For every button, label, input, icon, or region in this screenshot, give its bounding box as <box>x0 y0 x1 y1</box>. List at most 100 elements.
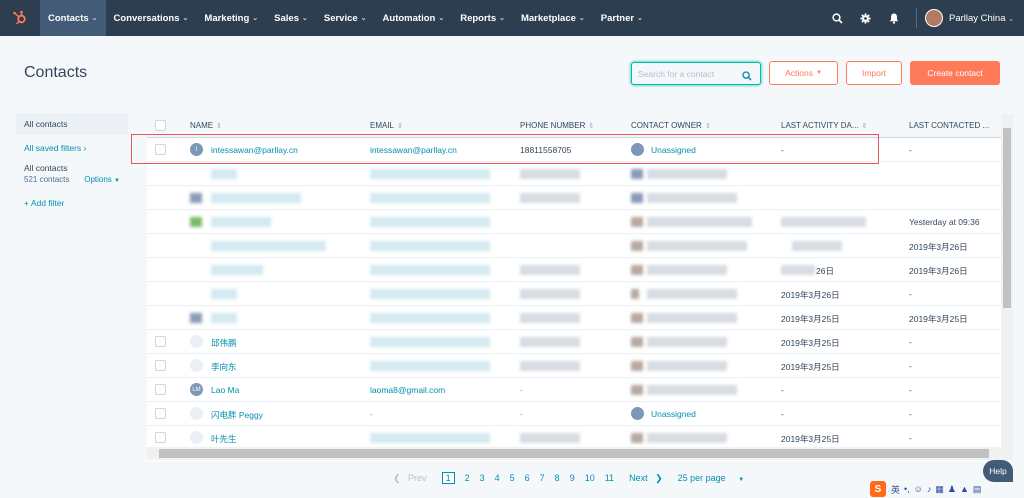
row-checkbox[interactable] <box>155 408 166 419</box>
last-activity: 2019年3月26日 <box>781 290 840 300</box>
select-all-checkbox[interactable] <box>155 120 166 131</box>
contact-search[interactable] <box>631 62 761 85</box>
horizontal-scrollbar[interactable] <box>147 447 1001 460</box>
row-checkbox[interactable] <box>155 336 166 347</box>
gear-icon[interactable] <box>852 0 880 36</box>
page-1[interactable]: 1 <box>441 472 455 484</box>
page-5[interactable]: 5 <box>510 473 515 483</box>
page-8[interactable]: 8 <box>555 473 560 483</box>
hubspot-logo-icon[interactable] <box>0 0 40 36</box>
user-avatar[interactable] <box>924 9 943 27</box>
redacted-owner <box>631 169 643 179</box>
search-input[interactable] <box>638 68 738 79</box>
keyboard-icon[interactable]: ▦ <box>935 484 944 495</box>
page-7[interactable]: 7 <box>540 473 545 483</box>
per-page-dropdown[interactable]: 25 per page ▼ <box>673 473 750 483</box>
contact-phone: - <box>520 409 523 419</box>
bell-icon[interactable] <box>880 0 908 36</box>
chevron-down-icon: ⌄ <box>252 15 259 22</box>
scrollbar-thumb[interactable] <box>1003 128 1011 308</box>
contact-name-link[interactable]: 叶先生 <box>211 433 237 445</box>
contact-avatar <box>190 359 203 372</box>
redacted-name <box>211 289 237 299</box>
redacted-owner-name <box>647 433 727 443</box>
last-activity: 2019年3月25日 <box>781 314 840 324</box>
contact-owner[interactable]: Unassigned <box>651 409 696 419</box>
table-row[interactable]: Yesterday at 09:36 <box>147 210 1013 234</box>
page-4[interactable]: 4 <box>495 473 500 483</box>
row-checkbox[interactable] <box>155 384 166 395</box>
search-icon[interactable] <box>742 68 752 86</box>
nav-sales[interactable]: Sales ⌄ <box>266 0 316 36</box>
options-dropdown[interactable]: Options ▼ <box>84 175 120 184</box>
saved-filters-link[interactable]: All saved filters › <box>16 135 128 153</box>
table-row[interactable] <box>147 186 1013 210</box>
table-row[interactable]: 26日 2019年3月26日 <box>147 258 1013 282</box>
user-icon[interactable]: ♟ <box>948 484 956 495</box>
actions-button[interactable]: Actions ▼ <box>769 61 838 85</box>
contact-name-link[interactable]: Lao Ma <box>211 385 239 395</box>
nav-contacts[interactable]: Contacts ⌄ <box>40 0 106 36</box>
nav-marketing[interactable]: Marketing ⌄ <box>196 0 266 36</box>
sogou-logo-icon[interactable]: S <box>870 481 886 497</box>
page-10[interactable]: 10 <box>585 473 595 483</box>
row-checkbox[interactable] <box>155 360 166 371</box>
scrollbar-thumb[interactable] <box>159 449 989 458</box>
column-header-phone[interactable]: PHONE NUMBER ⇕ <box>520 121 594 130</box>
nav-conversations[interactable]: Conversations ⌄ <box>106 0 197 36</box>
help-button[interactable]: Help <box>983 460 1013 482</box>
redacted-avatar <box>190 217 202 227</box>
redacted-owner-name <box>647 385 737 395</box>
table-row[interactable] <box>147 162 1013 186</box>
table-row[interactable]: 闪电胖 Peggy - - Unassigned - - <box>147 402 1013 426</box>
vertical-scrollbar[interactable] <box>1001 114 1013 460</box>
caret-down-icon: ▼ <box>114 178 120 184</box>
chevron-down-icon: ⌄ <box>499 15 505 22</box>
add-filter-button[interactable]: + Add filter <box>16 184 128 208</box>
contact-email[interactable]: laoma8@gmail.com <box>370 385 445 395</box>
table-row[interactable]: LM Lao Ma laoma8@gmail.com - - - <box>147 378 1013 402</box>
create-contact-button[interactable]: Create contact <box>910 61 1000 85</box>
page-9[interactable]: 9 <box>570 473 575 483</box>
chevron-right-icon: › <box>83 143 87 153</box>
page-3[interactable]: 3 <box>480 473 485 483</box>
nav-reports[interactable]: Reports ⌄ <box>452 0 513 36</box>
microphone-icon[interactable]: ♪ <box>927 484 932 494</box>
ime-language-toggle[interactable]: 英 <box>891 483 900 496</box>
column-header-owner[interactable]: CONTACT OWNER ⇕ <box>631 121 711 130</box>
column-header-last-activity[interactable]: LAST ACTIVITY DA... ⇕ <box>781 121 867 130</box>
contact-name-link[interactable]: 闪电胖 Peggy <box>211 409 263 421</box>
next-page-button[interactable]: Next ❯ <box>624 473 663 484</box>
nav-partner[interactable]: Partner ⌄ <box>593 0 651 36</box>
page-6[interactable]: 6 <box>525 473 530 483</box>
nav-service[interactable]: Service ⌄ <box>316 0 375 36</box>
table-row[interactable]: 2019年3月25日 2019年3月25日 <box>147 306 1013 330</box>
table-row[interactable]: 李向东 2019年3月25日 - <box>147 354 1013 378</box>
redacted-email <box>370 313 490 323</box>
table-row[interactable]: 邱伟鹏 2019年3月25日 - <box>147 330 1013 354</box>
nav-marketplace[interactable]: Marketplace ⌄ <box>513 0 593 36</box>
table-row[interactable]: 2019年3月26日 <box>147 234 1013 258</box>
punctuation-icon[interactable]: •, <box>904 484 910 494</box>
column-header-email[interactable]: EMAIL ⇕ <box>370 121 403 130</box>
pagination: ❮ Prev 1 2 3 4 5 6 7 8 9 10 11 Next ❯ 25… <box>388 470 754 486</box>
contact-name-link[interactable]: 邱伟鹏 <box>211 337 237 349</box>
page-2[interactable]: 2 <box>465 473 470 483</box>
page-11[interactable]: 11 <box>605 473 614 483</box>
row-checkbox[interactable] <box>155 432 166 443</box>
nav-automation[interactable]: Automation ⌄ <box>375 0 453 36</box>
emoji-icon[interactable]: ☺ <box>914 484 923 494</box>
import-button[interactable]: Import <box>846 61 902 85</box>
column-header-name[interactable]: NAME ⇕ <box>190 121 222 130</box>
last-activity: 26日 <box>816 266 834 276</box>
skin-icon[interactable]: ▲ <box>960 484 969 494</box>
sidebar-item-all-contacts[interactable]: All contacts <box>16 113 128 135</box>
redacted-owner <box>631 385 643 395</box>
contact-name-link[interactable]: 李向东 <box>211 361 237 373</box>
search-icon[interactable] <box>824 0 852 36</box>
table-row[interactable]: 2019年3月26日 - <box>147 282 1013 306</box>
column-header-last-contacted[interactable]: LAST CONTACTED ... <box>909 121 989 130</box>
prev-page-button[interactable]: ❮ Prev <box>393 473 432 484</box>
user-menu[interactable]: Parllay China ⌄ <box>949 13 1014 24</box>
toolbox-icon[interactable]: ▤ <box>973 484 982 495</box>
